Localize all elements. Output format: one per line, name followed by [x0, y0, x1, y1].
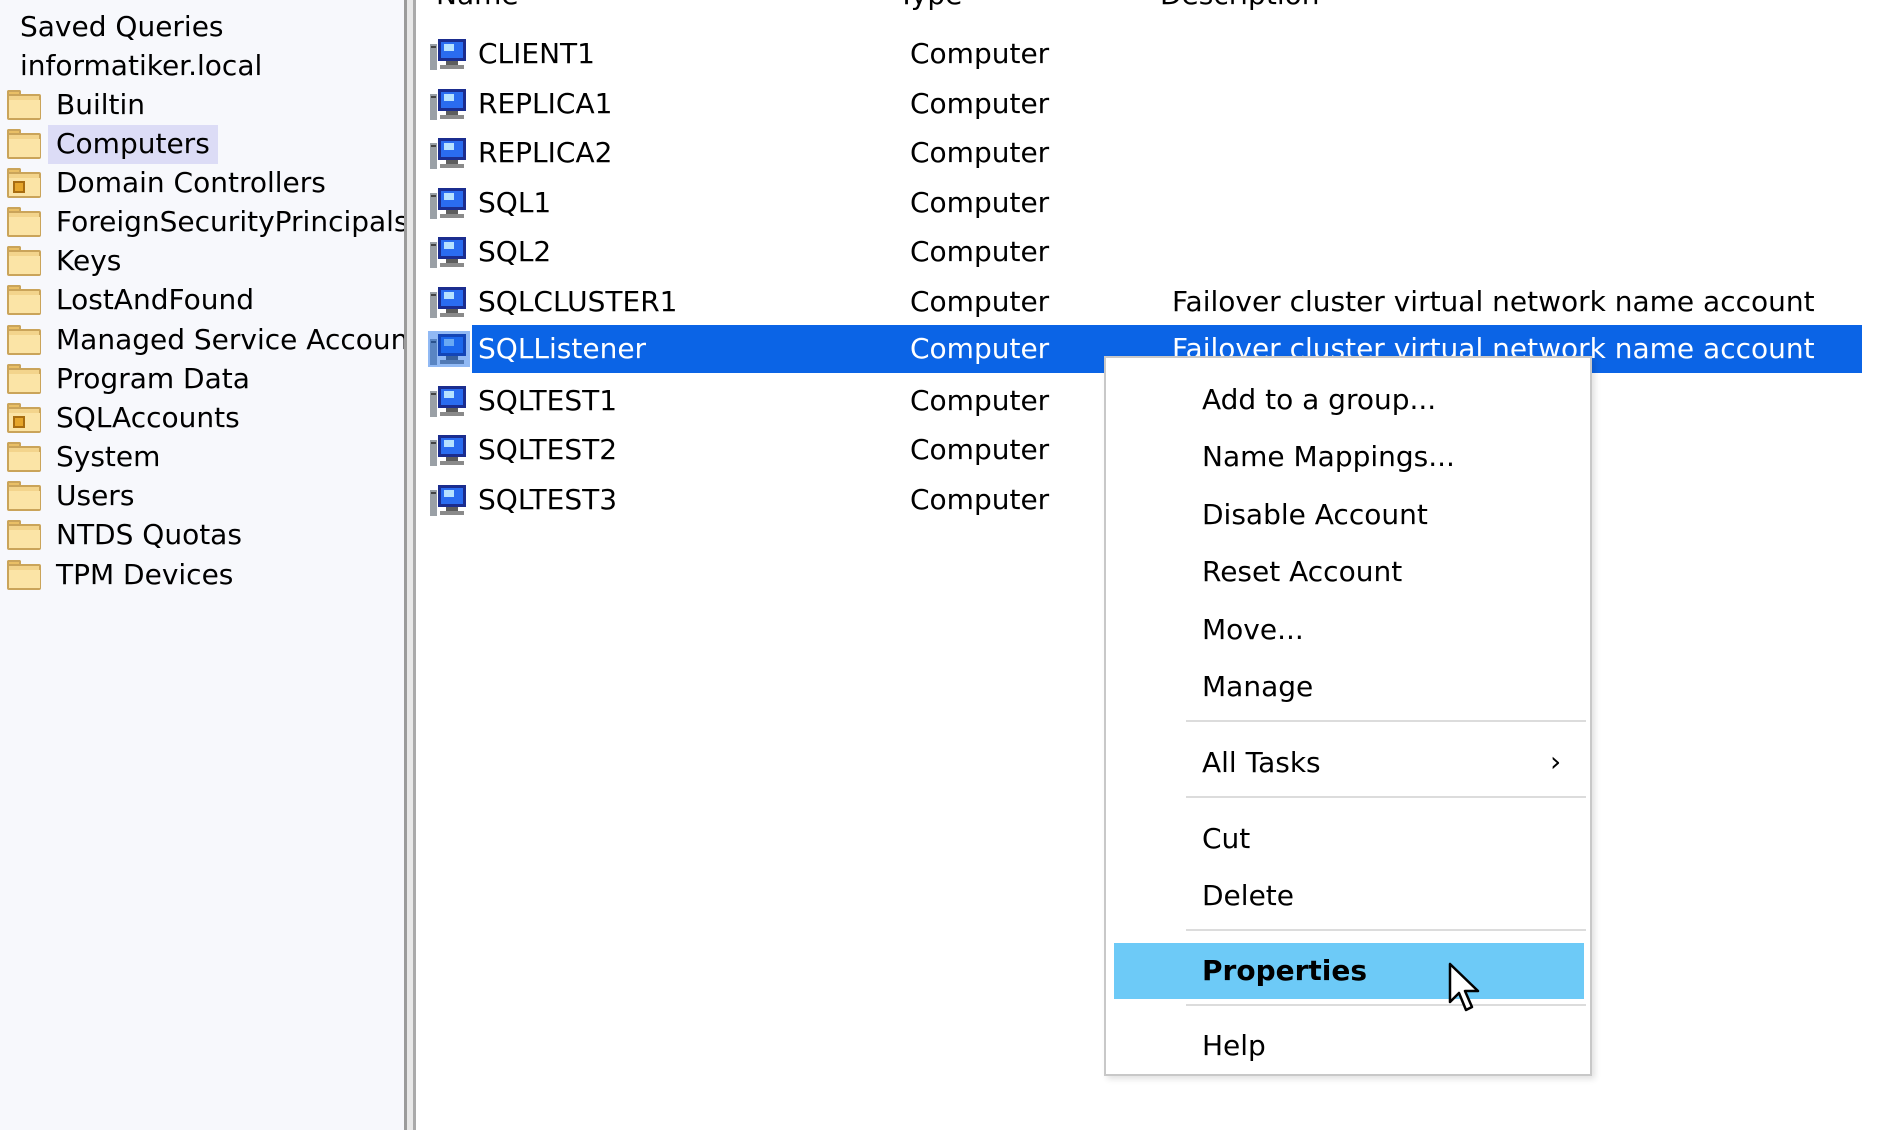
row-type: Computer — [910, 37, 1050, 70]
tree-item-label: informatiker.local — [20, 48, 263, 82]
row-type: Computer — [910, 186, 1050, 219]
computer-icon — [430, 39, 466, 70]
organizational-unit-icon — [6, 403, 44, 433]
chevron-right-icon: › — [1550, 745, 1562, 778]
row-name: REPLICA2 — [478, 136, 613, 169]
computer-icon — [430, 237, 466, 268]
computer-icon — [430, 287, 466, 318]
folder-icon — [6, 129, 44, 159]
row-type: Computer — [910, 433, 1050, 466]
computer-icon — [430, 138, 466, 169]
menu-separator — [1186, 720, 1586, 722]
menu-separator — [1186, 796, 1586, 798]
row-name: SQLTEST3 — [478, 483, 618, 516]
tree-item-label: Program Data — [56, 361, 250, 395]
menu-item-properties[interactable]: Properties — [1114, 943, 1584, 999]
row-type: Computer — [910, 136, 1050, 169]
list-row-sql2[interactable]: SQL2 Computer — [428, 228, 1868, 276]
folder-icon — [6, 246, 44, 276]
tree-item-tpm-devices[interactable]: TPM Devices — [6, 552, 241, 598]
folder-icon — [6, 90, 44, 120]
list-row-sql1[interactable]: SQL1 Computer — [428, 179, 1868, 227]
row-name: SQL2 — [478, 235, 552, 268]
computer-icon — [430, 89, 466, 120]
folder-icon — [6, 364, 44, 394]
computer-icon — [430, 435, 466, 466]
menu-item-all-tasks[interactable]: All Tasks › — [1114, 737, 1584, 789]
computer-icon — [430, 188, 466, 219]
row-name: SQLTEST1 — [478, 384, 618, 417]
menu-item-manage[interactable]: Manage — [1114, 661, 1584, 713]
menu-item-label: Move... — [1202, 613, 1304, 646]
menu-item-label: All Tasks — [1202, 746, 1321, 779]
row-name: SQL1 — [478, 186, 552, 219]
folder-icon — [6, 560, 44, 590]
row-name: SQLTEST2 — [478, 433, 618, 466]
tree-item-label: LostAndFound — [56, 282, 254, 316]
menu-item-label: Cut — [1202, 822, 1251, 855]
tree-item-label: Saved Queries — [20, 9, 224, 43]
row-description: Failover cluster virtual network name ac… — [1172, 285, 1815, 318]
tree-item-label: ForeignSecurityPrincipals — [56, 204, 404, 238]
context-menu: Add to a group... Name Mappings... Disab… — [1104, 356, 1592, 1076]
tree-item-label: NTDS Quotas — [56, 517, 242, 551]
menu-item-disable-account[interactable]: Disable Account — [1114, 489, 1584, 541]
menu-item-label: Properties — [1202, 954, 1368, 987]
mouse-pointer-icon — [1448, 962, 1480, 1012]
list-row-replica2[interactable]: REPLICA2 Computer — [428, 129, 1868, 177]
menu-item-label: Reset Account — [1202, 555, 1403, 588]
row-name: SQLCLUSTER1 — [478, 285, 678, 318]
tree-item-label: SQLAccounts — [56, 400, 240, 434]
row-name: REPLICA1 — [478, 87, 613, 120]
folder-icon — [6, 442, 44, 472]
row-name: CLIENT1 — [478, 37, 595, 70]
list-row-client1[interactable]: CLIENT1 Computer — [428, 30, 1868, 78]
menu-item-label: Delete — [1202, 879, 1294, 912]
menu-item-label: Disable Account — [1202, 498, 1428, 531]
menu-item-label: Manage — [1202, 670, 1314, 703]
column-header-type[interactable]: Type — [898, 0, 962, 12]
folder-icon — [6, 207, 44, 237]
menu-item-reset-account[interactable]: Reset Account — [1114, 546, 1584, 598]
row-type: Computer — [910, 332, 1050, 365]
folder-icon — [6, 285, 44, 315]
tree-item-label: TPM Devices — [56, 557, 234, 591]
menu-item-delete[interactable]: Delete — [1114, 870, 1584, 922]
row-type: Computer — [910, 285, 1050, 318]
menu-item-label: Name Mappings... — [1202, 440, 1455, 473]
menu-item-name-mappings[interactable]: Name Mappings... — [1114, 431, 1584, 483]
menu-item-cut[interactable]: Cut — [1114, 813, 1584, 865]
tree-item-label: Managed Service Accounts — [56, 322, 404, 356]
tree-item-label: System — [56, 439, 161, 473]
computer-icon — [430, 485, 466, 516]
row-type: Computer — [910, 384, 1050, 417]
tree-item-label: Keys — [56, 243, 122, 277]
menu-item-label: Help — [1202, 1029, 1266, 1062]
row-type: Computer — [910, 483, 1050, 516]
tree-item-label: Computers — [48, 124, 218, 164]
organizational-unit-icon — [6, 168, 44, 198]
tree-item-label: Users — [56, 478, 135, 512]
list-row-sqlcluster1[interactable]: SQLCLUSTER1 Computer Failover cluster vi… — [428, 278, 1868, 326]
folder-icon — [6, 520, 44, 550]
menu-item-label: Add to a group... — [1202, 383, 1437, 416]
menu-item-add-to-group[interactable]: Add to a group... — [1114, 374, 1584, 426]
menu-item-help[interactable]: Help — [1114, 1020, 1584, 1072]
column-header-name[interactable]: Name — [436, 0, 519, 12]
computer-icon — [430, 386, 466, 417]
console-tree[interactable]: Saved Queries informatiker.local Builtin… — [0, 0, 404, 1130]
row-name: SQLListener — [478, 332, 647, 365]
menu-separator — [1186, 929, 1586, 931]
list-row-replica1[interactable]: REPLICA1 Computer — [428, 80, 1868, 128]
column-header-description[interactable]: Description — [1160, 0, 1319, 12]
tree-item-label: Builtin — [56, 87, 146, 121]
folder-icon — [6, 481, 44, 511]
row-type: Computer — [910, 87, 1050, 120]
menu-separator — [1186, 1004, 1586, 1006]
tree-item-label: Domain Controllers — [56, 165, 326, 199]
row-type: Computer — [910, 235, 1050, 268]
folder-icon — [6, 325, 44, 355]
menu-item-move[interactable]: Move... — [1114, 604, 1584, 656]
computer-icon — [428, 331, 470, 367]
